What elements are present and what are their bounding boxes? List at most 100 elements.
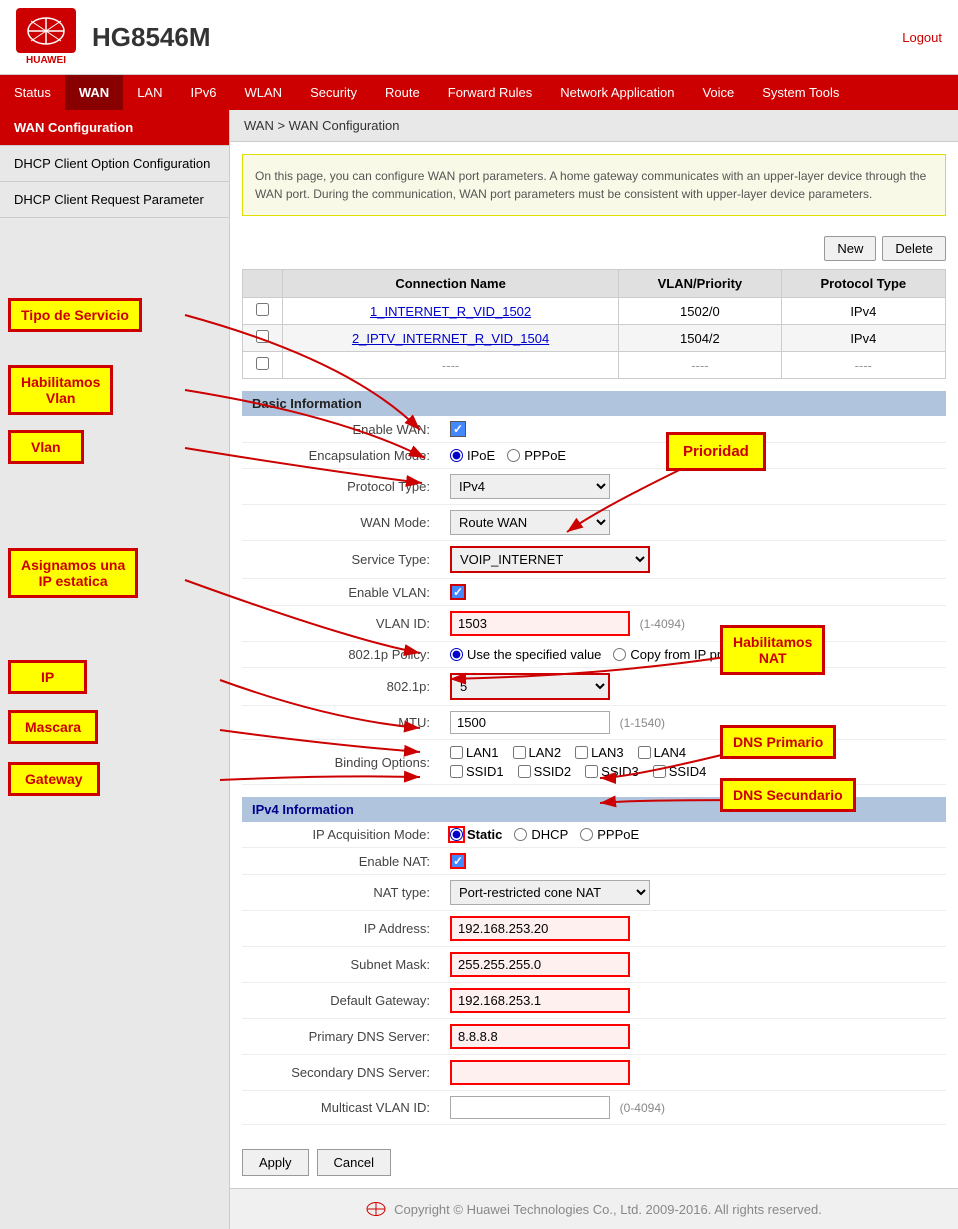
- mtu-hint: (1-1540): [620, 716, 665, 730]
- vlan-id-label: VLAN ID:: [242, 606, 442, 642]
- wan-mode-row: WAN Mode: Route WAN: [242, 505, 946, 541]
- ip-acq-dhcp-radio[interactable]: [514, 828, 527, 841]
- delete-button[interactable]: Delete: [882, 236, 946, 261]
- multicast-vlan-hint: (0-4094): [620, 1101, 665, 1115]
- nav-status[interactable]: Status: [0, 75, 65, 110]
- sidebar-item-dhcp-request[interactable]: DHCP Client Request Parameter: [0, 182, 229, 218]
- subnet-mask-input[interactable]: [450, 952, 630, 977]
- binding-lan3[interactable]: LAN3: [575, 745, 624, 760]
- encap-mode-group: IPoE PPPoE: [450, 448, 938, 463]
- cancel-button[interactable]: Cancel: [317, 1149, 391, 1176]
- nav-route[interactable]: Route: [371, 75, 434, 110]
- binding-lan4[interactable]: LAN4: [638, 745, 687, 760]
- sidebar-item-wan-configuration[interactable]: WAN Configuration: [0, 110, 229, 146]
- encap-ipoe-label[interactable]: IPoE: [450, 448, 495, 463]
- enable-wan-checkbox[interactable]: [450, 421, 466, 437]
- encap-ipoe-radio[interactable]: [450, 449, 463, 462]
- encap-pppoe-radio[interactable]: [507, 449, 520, 462]
- binding-ssid4-cb[interactable]: [653, 765, 666, 778]
- ip-address-input[interactable]: [450, 916, 630, 941]
- binding-label: Binding Options:: [242, 740, 442, 785]
- nav-wan[interactable]: WAN: [65, 75, 123, 110]
- service-type-select[interactable]: VOIP_INTERNET: [450, 546, 650, 573]
- dot1p-row: 802.1p: 5 0123 467: [242, 668, 946, 706]
- binding-ssid1-cb[interactable]: [450, 765, 463, 778]
- binding-lan1[interactable]: LAN1: [450, 745, 499, 760]
- binding-ssid3[interactable]: SSID3: [585, 764, 639, 779]
- dot1p-select[interactable]: 5 0123 467: [450, 673, 610, 700]
- nav-network-application[interactable]: Network Application: [546, 75, 688, 110]
- multicast-vlan-input[interactable]: [450, 1096, 610, 1119]
- logout-button[interactable]: Logout: [902, 30, 942, 45]
- primary-dns-row: Primary DNS Server:: [242, 1019, 946, 1055]
- enable-wan-row: Enable WAN:: [242, 416, 946, 443]
- row1-connection-name[interactable]: 1_INTERNET_R_VID_1502: [283, 298, 619, 325]
- footer-text: Copyright © Huawei Technologies Co., Ltd…: [394, 1202, 822, 1217]
- binding-lan3-cb[interactable]: [575, 746, 588, 759]
- binding-lan1-cb[interactable]: [450, 746, 463, 759]
- enable-vlan-value: [442, 579, 946, 606]
- nat-type-value: Port-restricted cone NAT: [442, 875, 946, 911]
- sidebar-item-dhcp-option[interactable]: DHCP Client Option Configuration: [0, 146, 229, 182]
- protocol-type-label: Protocol Type:: [242, 469, 442, 505]
- policy-specified-label[interactable]: Use the specified value: [450, 647, 601, 662]
- encap-mode-value: IPoE PPPoE: [442, 443, 946, 469]
- ip-acq-pppoe-radio[interactable]: [580, 828, 593, 841]
- ip-acq-pppoe-label[interactable]: PPPoE: [580, 827, 639, 842]
- apply-button[interactable]: Apply: [242, 1149, 309, 1176]
- secondary-dns-input[interactable]: [450, 1060, 630, 1085]
- default-gw-input[interactable]: [450, 988, 630, 1013]
- mtu-input[interactable]: [450, 711, 610, 734]
- nav-system-tools[interactable]: System Tools: [748, 75, 853, 110]
- nav-lan[interactable]: LAN: [123, 75, 176, 110]
- nav-ipv6[interactable]: IPv6: [177, 75, 231, 110]
- mtu-label: MTU:: [242, 706, 442, 740]
- binding-ssid-row: SSID1 SSID2 SSID3 SSID4: [450, 764, 938, 779]
- policy-copy-label[interactable]: Copy from IP precedence: [613, 647, 777, 662]
- encap-pppoe-label[interactable]: PPPoE: [507, 448, 566, 463]
- binding-lan2[interactable]: LAN2: [513, 745, 562, 760]
- nav-security[interactable]: Security: [296, 75, 371, 110]
- nav-forward-rules[interactable]: Forward Rules: [434, 75, 547, 110]
- huawei-logo: [16, 8, 76, 53]
- secondary-dns-row: Secondary DNS Server:: [242, 1055, 946, 1091]
- binding-lan4-cb[interactable]: [638, 746, 651, 759]
- nat-type-select[interactable]: Port-restricted cone NAT: [450, 880, 650, 905]
- binding-ssid2[interactable]: SSID2: [518, 764, 572, 779]
- row2-checkbox[interactable]: [256, 330, 269, 343]
- footer: Copyright © Huawei Technologies Co., Ltd…: [230, 1188, 958, 1229]
- ip-acq-dhcp-label[interactable]: DHCP: [514, 827, 568, 842]
- vlan-id-hint: (1-4094): [640, 617, 685, 631]
- wan-mode-label: WAN Mode:: [242, 505, 442, 541]
- vlan-id-input[interactable]: [450, 611, 630, 636]
- binding-ssid3-cb[interactable]: [585, 765, 598, 778]
- ip-address-label: IP Address:: [242, 911, 442, 947]
- binding-ssid4[interactable]: SSID4: [653, 764, 707, 779]
- subnet-mask-row: Subnet Mask:: [242, 947, 946, 983]
- row1-checkbox[interactable]: [256, 303, 269, 316]
- footer-logo: [366, 1199, 386, 1219]
- nav-voice[interactable]: Voice: [688, 75, 748, 110]
- policy-specified-radio[interactable]: [450, 648, 463, 661]
- enable-vlan-checkbox[interactable]: [450, 584, 466, 600]
- row2-connection-name[interactable]: 2_IPTV_INTERNET_R_VID_1504: [283, 325, 619, 352]
- nav-wlan[interactable]: WLAN: [231, 75, 297, 110]
- brand-label: HUAWEI: [26, 55, 66, 66]
- vlan-id-row: VLAN ID: (1-4094): [242, 606, 946, 642]
- row3-checkbox[interactable]: [256, 357, 269, 370]
- new-button[interactable]: New: [824, 236, 876, 261]
- binding-ssid1[interactable]: SSID1: [450, 764, 504, 779]
- main-nav: Status WAN LAN IPv6 WLAN Security Route …: [0, 75, 958, 110]
- subnet-mask-value: [442, 947, 946, 983]
- binding-lan2-cb[interactable]: [513, 746, 526, 759]
- enable-nat-checkbox[interactable]: [450, 853, 466, 869]
- wan-mode-select[interactable]: Route WAN: [450, 510, 610, 535]
- protocol-type-select[interactable]: IPv4: [450, 474, 610, 499]
- ip-acq-static-radio[interactable]: [450, 828, 463, 841]
- ip-acq-static-label[interactable]: Static: [450, 827, 502, 842]
- binding-ssid2-cb[interactable]: [518, 765, 531, 778]
- mtu-value: (1-1540): [442, 706, 946, 740]
- policy-802-value: Use the specified value Copy from IP pre…: [442, 642, 946, 668]
- primary-dns-input[interactable]: [450, 1024, 630, 1049]
- policy-copy-radio[interactable]: [613, 648, 626, 661]
